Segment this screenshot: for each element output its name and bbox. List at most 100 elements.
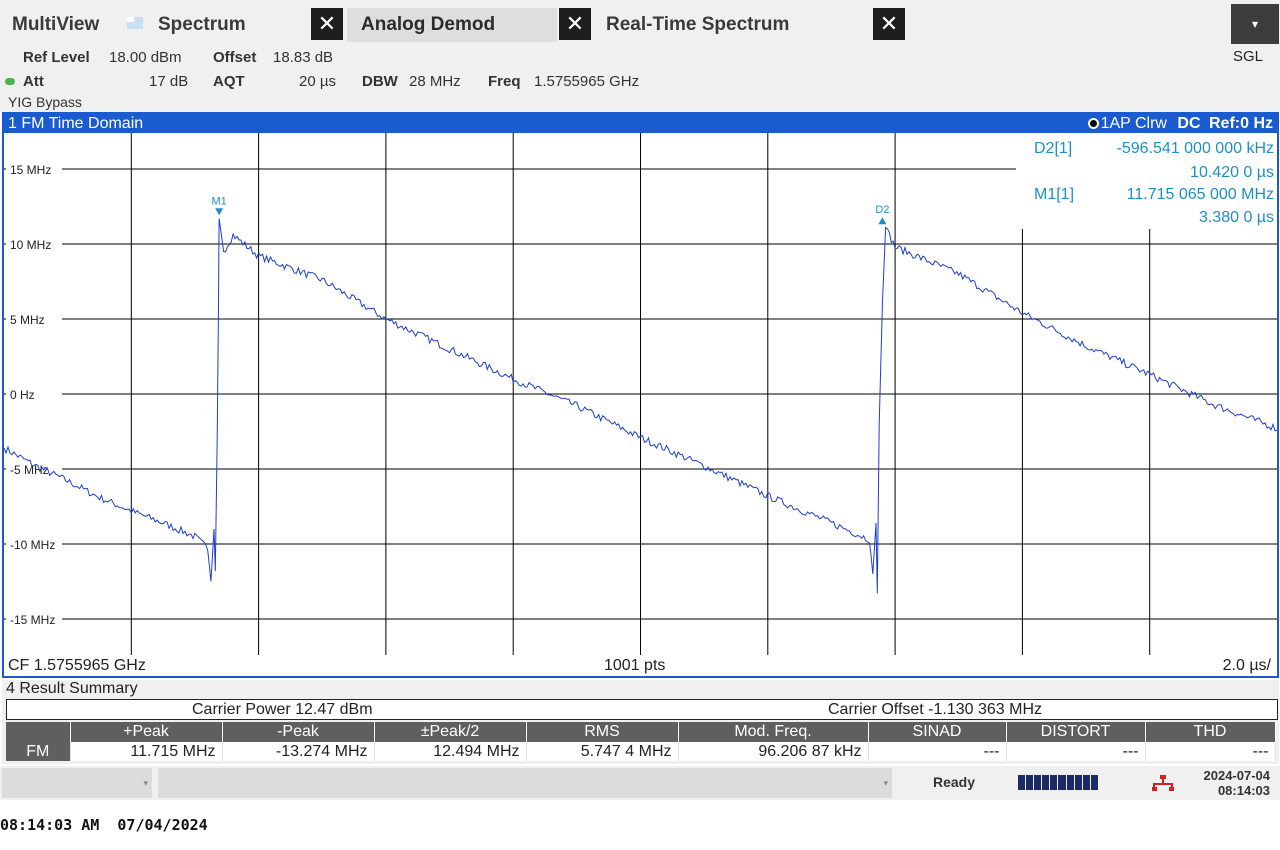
marker-label-d2: D2 <box>875 204 889 216</box>
trace-mode: 1AP Clrw <box>1100 115 1167 132</box>
status-date: 2024-07-04 <box>1203 768 1271 783</box>
diagram-title: 1 FM Time Domain <box>8 115 144 132</box>
marker-d2-time: 10.420 0 µs <box>1190 164 1274 181</box>
y-tick-label: 10 MHz <box>10 238 51 252</box>
offset-value[interactable]: 18.83 dB <box>273 49 333 66</box>
tab-real-time-spectrum[interactable]: Real-Time Spectrum <box>606 8 789 42</box>
os-clock: 08:14:03 AM 07/04/2024 <box>0 816 208 834</box>
carrier-offset: Carrier Offset -1.130 363 MHz <box>828 701 1043 718</box>
close-icon[interactable]: ✕ <box>311 8 343 40</box>
y-tick-labels: 15 MHz 10 MHz 5 MHz 0 Hz -5 MHz -10 MHz -15 MH… <box>6 161 62 627</box>
status-bar: ▾ ▾ Ready 2024-07-04 08:14:03 <box>0 766 1280 800</box>
tab-spectrum[interactable]: Spectrum <box>158 8 246 42</box>
aqt-value[interactable]: 20 µs <box>299 73 336 90</box>
time-per-division[interactable]: 2.0 µs/ <box>1223 655 1271 676</box>
marker-label-m1: M1 <box>211 195 226 207</box>
trace-circle-icon <box>1087 118 1099 129</box>
markers: M1 D2 <box>211 195 889 225</box>
y-tick-label: 0 Hz <box>10 388 35 402</box>
dropdown-arrow-icon: ▾ <box>143 778 148 788</box>
y-tick-label: 5 MHz <box>10 313 45 327</box>
settings-panel: Ref Level 18.00 dBm Offset 18.83 dB Att … <box>0 46 1230 112</box>
diagram-footer: CF 1.5755965 GHz 1001 pts 2.0 µs/ <box>4 655 1277 676</box>
ref-level-value[interactable]: 18.00 dBm <box>109 49 182 66</box>
tab-multiview[interactable]: MultiView <box>12 8 99 42</box>
sgl-indicator[interactable]: SGL <box>1233 48 1263 65</box>
carrier-info: Carrier Power 12.47 dBm Carrier Offset -… <box>6 699 1278 720</box>
diagram-window[interactable]: 1 FM Time Domain 1AP Clrw DC Ref:0 Hz 15… <box>2 112 1279 678</box>
marker-table: D2[1] -596.541 000 000 kHz 10.420 0 µs M… <box>1016 133 1277 229</box>
aqt-label: AQT <box>213 73 245 90</box>
y-tick-label: -10 MHz <box>10 538 55 552</box>
diagram-title-bar: 1 FM Time Domain 1AP Clrw DC Ref:0 Hz <box>4 114 1277 133</box>
status-field-2[interactable]: ▾ <box>158 768 892 798</box>
column-header: -Peak <box>222 722 375 742</box>
dbw-value[interactable]: 28 MHz <box>409 73 461 90</box>
ref-label: Ref:0 Hz <box>1208 115 1273 132</box>
marker-m1-label: M1[1] <box>1034 186 1074 203</box>
table-cell: 96.206 87 kHz <box>678 742 869 761</box>
att-label: Att <box>23 73 44 90</box>
marker-d2-label: D2[1] <box>1034 140 1072 157</box>
marker-m1-time: 3.380 0 µs <box>1199 209 1274 226</box>
yig-bypass-label: YIG Bypass <box>8 94 82 110</box>
column-header: Mod. Freq. <box>678 722 869 742</box>
column-header: DISTORT <box>1006 722 1146 742</box>
att-value[interactable]: 17 dB <box>149 73 188 90</box>
freq-label: Freq <box>488 73 521 90</box>
status-datetime: 2024-07-04 08:14:03 <box>1186 768 1271 798</box>
table-header-row: +Peak -Peak ±Peak/2 RMS Mod. Freq. SINAD… <box>6 722 1276 742</box>
multiview-icon <box>127 17 143 29</box>
table-cell: 11.715 MHz <box>70 742 223 761</box>
ref-level-label: Ref Level <box>23 49 90 66</box>
marker-triangle-icon[interactable] <box>215 208 224 216</box>
dbw-label: DBW <box>362 73 398 90</box>
tab-spectrum-label: Spectrum <box>158 14 246 35</box>
result-summary-title: 4 Result Summary <box>6 680 138 697</box>
marker-d2-value: -596.541 000 000 kHz <box>1117 140 1274 157</box>
status-field-1[interactable]: ▾ <box>2 768 152 798</box>
table-cell: --- <box>1006 742 1146 761</box>
marker-m1-value: 11.715 065 000 MHz <box>1127 186 1274 203</box>
result-summary-window[interactable]: 4 Result Summary Carrier Power 12.47 dBm… <box>2 680 1279 764</box>
carrier-power: Carrier Power 12.47 dBm <box>192 701 373 718</box>
column-header: THD <box>1145 722 1276 742</box>
coupling-label: DC <box>1177 115 1201 132</box>
y-tick-label: -5 MHz <box>10 463 49 477</box>
offset-label: Offset <box>213 49 257 66</box>
result-table: +Peak -Peak ±Peak/2 RMS Mod. Freq. SINAD… <box>6 722 1276 761</box>
tab-multiview-label: MultiView <box>12 14 100 35</box>
close-icon[interactable]: ✕ <box>559 8 591 40</box>
status-ready: Ready <box>933 774 976 790</box>
column-header: SINAD <box>868 722 1007 742</box>
table-cell: --- <box>1145 742 1276 761</box>
menu-dropdown-button[interactable]: ▾ <box>1231 4 1279 44</box>
table-cell: 12.494 MHz <box>374 742 527 761</box>
close-icon[interactable]: ✕ <box>873 8 905 40</box>
table-corner <box>6 722 71 742</box>
sweep-points[interactable]: 1001 pts <box>604 655 665 676</box>
tab-analog-demod[interactable]: Analog Demod <box>347 8 557 42</box>
tab-analog-demod-label: Analog Demod <box>361 14 496 35</box>
network-icon <box>1152 775 1174 791</box>
status-time: 08:14:03 <box>1217 783 1270 798</box>
y-tick-label: -15 MHz <box>10 613 55 627</box>
tab-bar: MultiView Spectrum ✕ Analog Demod ✕ Real… <box>0 0 1280 46</box>
dropdown-arrow-icon: ▾ <box>883 778 888 788</box>
table-cell: 5.747 4 MHz <box>526 742 679 761</box>
tab-real-time-spectrum-label: Real-Time Spectrum <box>606 14 790 35</box>
trace-info: 1AP Clrw DC Ref:0 Hz <box>1087 114 1273 133</box>
status-led-icon <box>5 78 15 85</box>
freq-value[interactable]: 1.5755965 GHz <box>534 73 639 90</box>
column-header: +Peak <box>70 722 223 742</box>
center-frequency[interactable]: CF 1.5755965 GHz <box>8 655 146 676</box>
marker-triangle-icon[interactable] <box>878 217 887 225</box>
row-label: FM <box>6 742 71 761</box>
fm-time-domain-plot[interactable]: 15 MHz 10 MHz 5 MHz 0 Hz -5 MHz -10 MHz -15 MH… <box>4 133 1277 655</box>
column-header: RMS <box>526 722 679 742</box>
table-cell: --- <box>868 742 1007 761</box>
table-row: FM 11.715 MHz -13.274 MHz 12.494 MHz 5.7… <box>6 742 1276 761</box>
y-tick-label: 15 MHz <box>10 163 51 177</box>
column-header: ±Peak/2 <box>374 722 527 742</box>
progress-bar <box>1018 775 1098 790</box>
